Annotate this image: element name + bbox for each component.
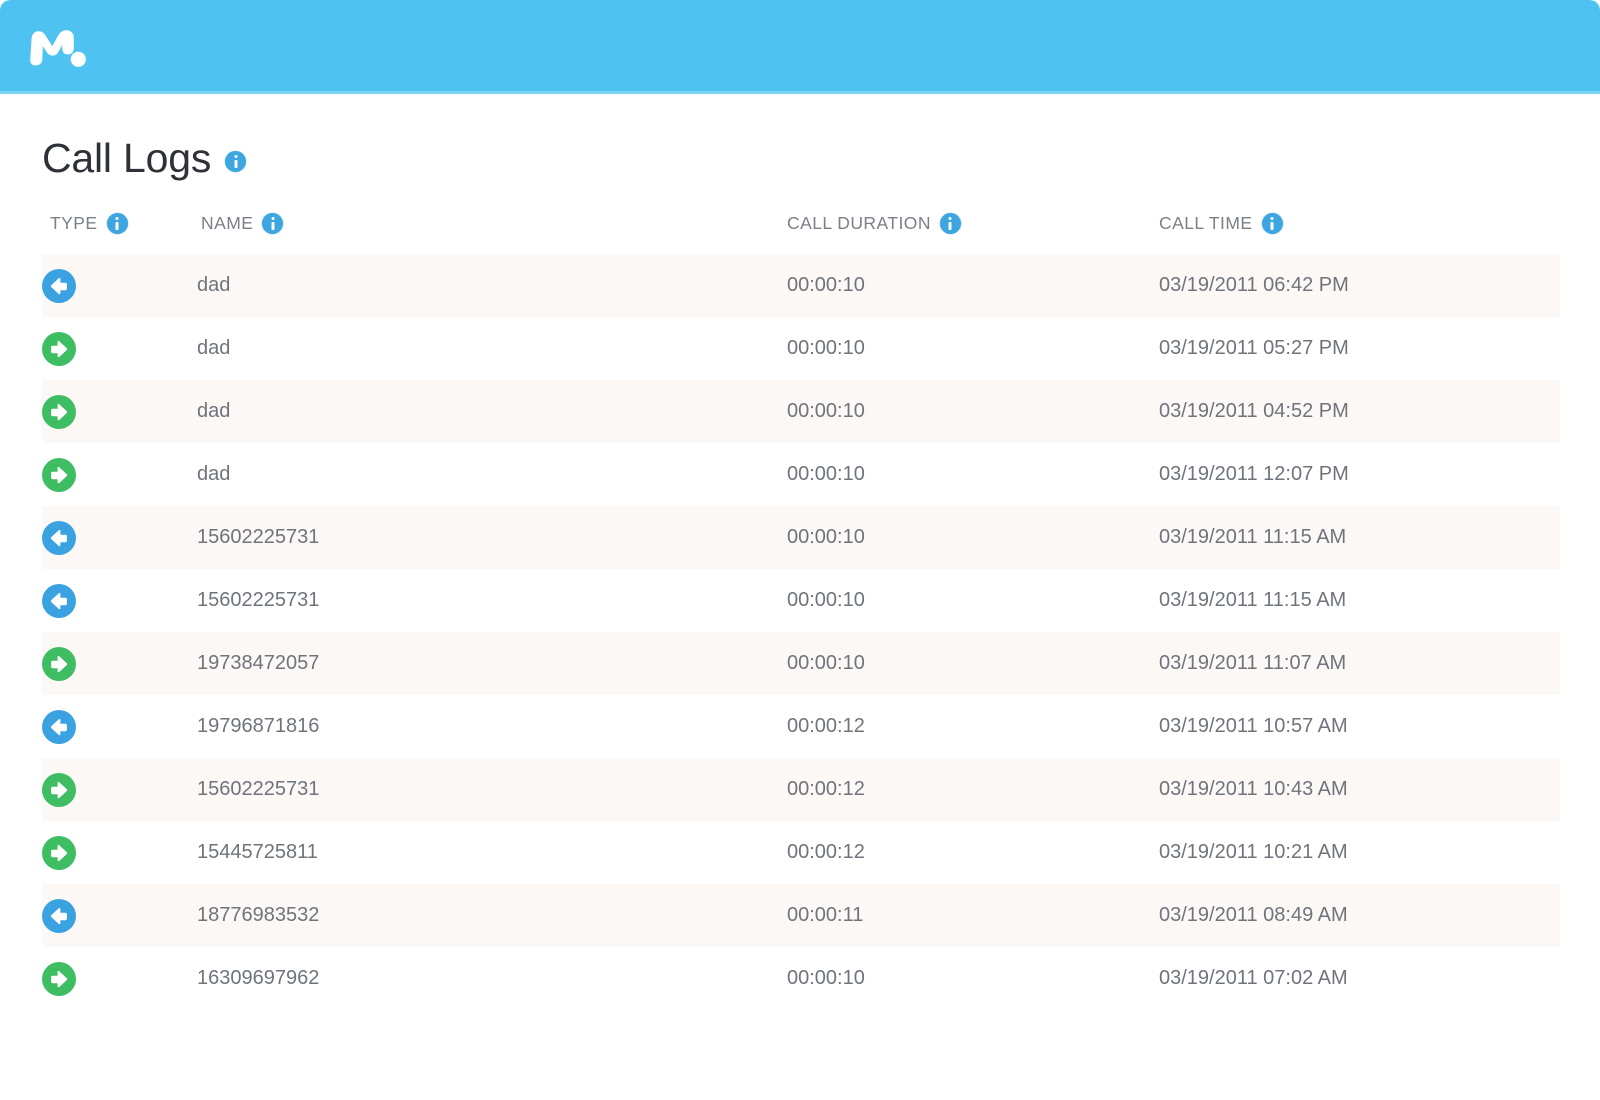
- arrow-left-icon: [42, 898, 76, 933]
- table-row[interactable]: 15602225731 00:00:12 03/19/2011 10:43 AM: [42, 758, 1560, 821]
- cell-name: 15445725811: [197, 841, 318, 863]
- arrow-right-icon: [42, 457, 76, 492]
- type-info-icon[interactable]: [106, 213, 128, 234]
- cell-type: [42, 821, 197, 884]
- arrow-left-icon: [42, 709, 76, 744]
- table-row[interactable]: 19738472057 00:00:10 03/19/2011 11:07 AM: [42, 632, 1560, 695]
- cell-time: 03/19/2011 11:07 AM: [1159, 652, 1347, 674]
- cell-time: 03/19/2011 06:42 PM: [1159, 274, 1349, 296]
- table-row[interactable]: 19796871816 00:00:12 03/19/2011 10:57 AM: [42, 695, 1560, 758]
- cell-name: 19796871816: [197, 715, 320, 737]
- column-header-call-time[interactable]: CALL TIME: [1159, 213, 1560, 254]
- cell-name: 15602225731: [197, 589, 320, 611]
- arrow-right-icon: [42, 772, 76, 807]
- call-duration-info-icon[interactable]: [939, 213, 961, 234]
- name-info-icon[interactable]: [262, 213, 284, 234]
- arrow-right-icon: [42, 646, 76, 681]
- page-title-row: Call Logs: [42, 94, 1560, 179]
- cell-type: [42, 947, 197, 1010]
- table-row[interactable]: 15445725811 00:00:12 03/19/2011 10:21 AM: [42, 821, 1560, 884]
- cell-duration: 00:00:10: [787, 652, 865, 674]
- column-header-type[interactable]: TYPE: [42, 213, 197, 254]
- cell-type: [42, 695, 197, 758]
- arrow-right-icon: [42, 394, 76, 429]
- cell-type: [42, 758, 197, 821]
- cell-name: 18776983532: [197, 904, 320, 926]
- cell-type: [42, 317, 197, 380]
- cell-type: [42, 380, 197, 443]
- table-row[interactable]: dad 00:00:10 03/19/2011 05:27 PM: [42, 317, 1560, 380]
- table-row[interactable]: dad 00:00:10 03/19/2011 04:52 PM: [42, 380, 1560, 443]
- cell-duration: 00:00:12: [787, 715, 865, 737]
- cell-time: 03/19/2011 10:21 AM: [1159, 841, 1348, 863]
- cell-name: dad: [197, 337, 231, 359]
- column-header-call-duration-label: CALL DURATION: [787, 213, 931, 233]
- column-header-type-label: TYPE: [50, 213, 98, 233]
- table-body: dad 00:00:10 03/19/2011 06:42 PM dad 00:00:1…: [42, 254, 1560, 1010]
- table-row[interactable]: 15602225731 00:00:10 03/19/2011 11:15 AM: [42, 569, 1560, 632]
- app-header: [0, 0, 1600, 94]
- cell-duration: 00:00:12: [787, 841, 865, 863]
- cell-time: 03/19/2011 11:15 AM: [1159, 589, 1347, 611]
- cell-name: dad: [197, 274, 231, 296]
- cell-duration: 00:00:12: [787, 778, 865, 800]
- cell-name: 16309697962: [197, 967, 320, 989]
- table-row[interactable]: 18776983532 00:00:11 03/19/2011 08:49 AM: [42, 884, 1560, 947]
- column-header-call-time-label: CALL TIME: [1159, 213, 1253, 233]
- cell-type: [42, 506, 197, 569]
- cell-name: 19738472057: [197, 652, 320, 674]
- cell-time: 03/19/2011 11:15 AM: [1159, 526, 1347, 548]
- cell-duration: 00:00:10: [787, 463, 865, 485]
- column-header-call-duration[interactable]: CALL DURATION: [787, 213, 1159, 254]
- cell-name: dad: [197, 400, 231, 422]
- cell-time: 03/19/2011 10:43 AM: [1159, 778, 1348, 800]
- arrow-right-icon: [42, 961, 76, 996]
- cell-time: 03/19/2011 12:07 PM: [1159, 463, 1349, 485]
- cell-type: [42, 884, 197, 947]
- cell-type: [42, 632, 197, 695]
- cell-duration: 00:00:10: [787, 274, 865, 296]
- arrow-left-icon: [42, 583, 76, 618]
- column-header-name-label: NAME: [201, 213, 254, 233]
- main-content: Call Logs TYPE NAME CALL DURATION CALL T…: [0, 94, 1600, 1010]
- cell-time: 03/19/2011 04:52 PM: [1159, 400, 1349, 422]
- table-header-row: TYPE NAME CALL DURATION CALL TIME: [42, 213, 1560, 254]
- table-row[interactable]: 16309697962 00:00:10 03/19/2011 07:02 AM: [42, 947, 1560, 1010]
- page-title-info-icon[interactable]: [225, 151, 247, 172]
- cell-duration: 00:00:10: [787, 337, 865, 359]
- cell-time: 03/19/2011 08:49 AM: [1159, 904, 1348, 926]
- arrow-right-icon: [42, 835, 76, 870]
- cell-name: 15602225731: [197, 778, 320, 800]
- table-row[interactable]: dad 00:00:10 03/19/2011 12:07 PM: [42, 443, 1560, 506]
- table-header: TYPE NAME CALL DURATION CALL TIME: [42, 213, 1560, 254]
- cell-duration: 00:00:10: [787, 967, 865, 989]
- cell-time: 03/19/2011 10:57 AM: [1159, 715, 1348, 737]
- table-row[interactable]: 15602225731 00:00:10 03/19/2011 11:15 AM: [42, 506, 1560, 569]
- table-row[interactable]: dad 00:00:10 03/19/2011 06:42 PM: [42, 254, 1560, 317]
- cell-type: [42, 569, 197, 632]
- column-header-name[interactable]: NAME: [197, 213, 787, 254]
- mspy-logo[interactable]: [29, 19, 87, 75]
- call-time-info-icon[interactable]: [1261, 213, 1283, 234]
- page-title: Call Logs: [42, 135, 212, 181]
- cell-type: [42, 443, 197, 506]
- cell-duration: 00:00:10: [787, 589, 865, 611]
- arrow-right-icon: [42, 331, 76, 366]
- cell-duration: 00:00:10: [787, 526, 865, 548]
- arrow-left-icon: [42, 520, 76, 555]
- cell-duration: 00:00:10: [787, 400, 865, 422]
- cell-time: 03/19/2011 05:27 PM: [1159, 337, 1349, 359]
- call-logs-table: TYPE NAME CALL DURATION CALL TIME dad 00…: [42, 213, 1560, 1010]
- arrow-left-icon: [42, 268, 76, 303]
- cell-name: dad: [197, 463, 231, 485]
- cell-time: 03/19/2011 07:02 AM: [1159, 967, 1348, 989]
- cell-name: 15602225731: [197, 526, 320, 548]
- call-logs-page: Call Logs TYPE NAME CALL DURATION CALL T…: [0, 0, 1600, 1100]
- cell-duration: 00:00:11: [787, 904, 864, 926]
- cell-type: [42, 254, 197, 317]
